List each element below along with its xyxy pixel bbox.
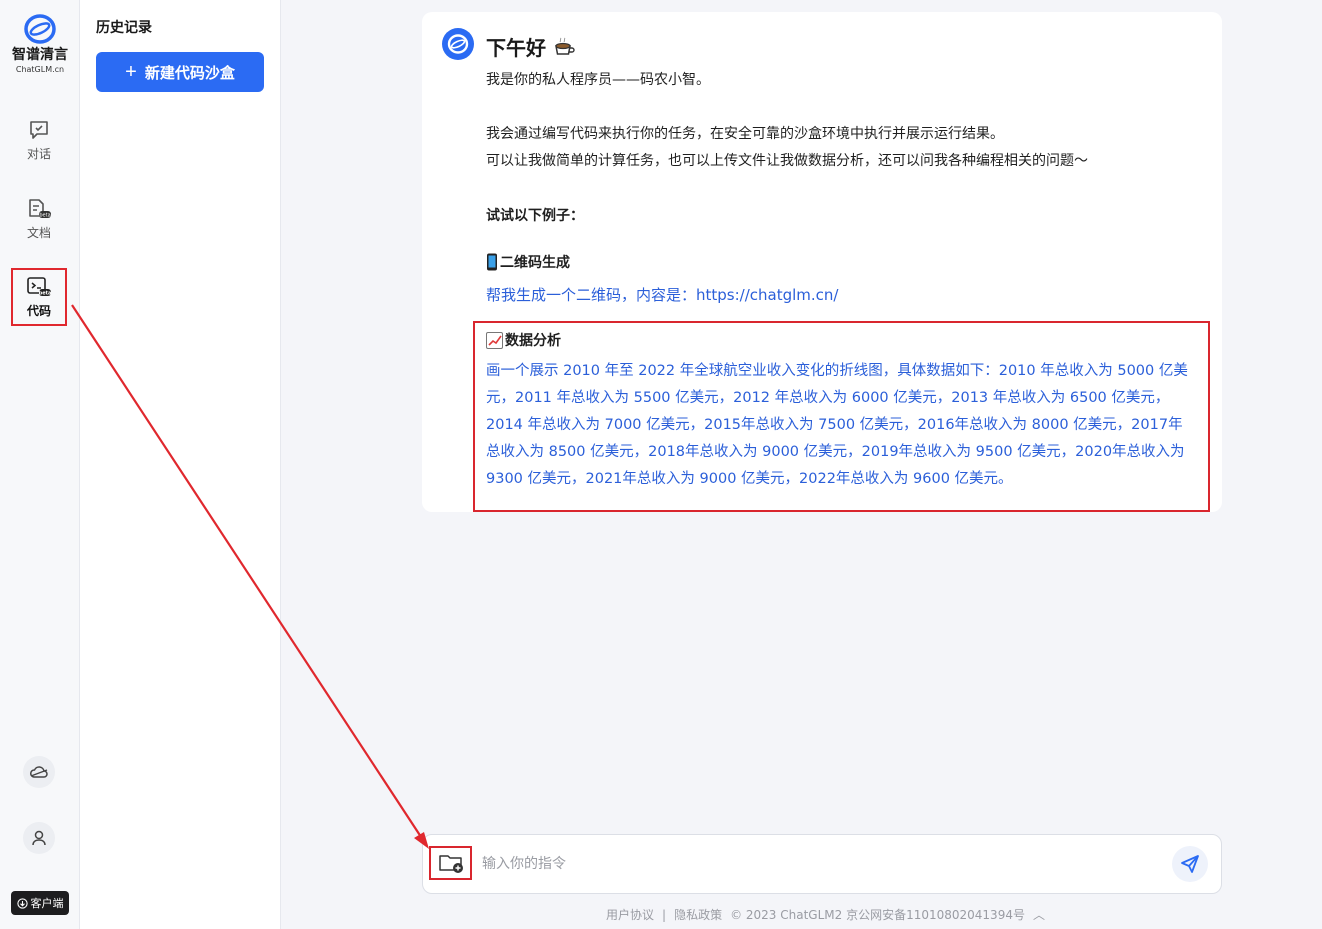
phone-icon — [487, 253, 497, 271]
download-icon — [16, 897, 28, 909]
client-label: 客户端 — [30, 897, 64, 910]
nav-item-label: 代码 — [26, 304, 51, 318]
instruction-input[interactable] — [482, 850, 1142, 878]
user-agreement-link[interactable]: 用户协议 — [606, 906, 654, 923]
document-beta-icon: beta — [29, 199, 51, 219]
nav-user-button[interactable] — [23, 822, 55, 854]
new-code-sandbox-label: 新建代码沙盒 — [144, 64, 235, 82]
example-qrcode-title: 二维码生成 — [486, 252, 570, 272]
user-icon — [32, 830, 46, 846]
logo-subname: ChatGLM.cn — [15, 65, 65, 74]
svg-text:beta: beta — [39, 213, 50, 219]
nav-item-code[interactable]: beta 代码 — [11, 268, 67, 326]
nav-item-chat[interactable]: 对话 — [11, 115, 67, 171]
chat-icon — [30, 121, 48, 139]
coffee-icon — [555, 37, 575, 55]
description-line-1: 我会通过编写代码来执行你的任务，在安全可靠的沙盒环境中执行并展示运行结果。 — [486, 126, 1004, 142]
logo-name: 智谱清言 — [12, 47, 68, 63]
footer: 用户协议 | 隐私政策 © 2023 ChatGLM2 京公网安备1101080… — [606, 906, 1045, 923]
examples-title: 试试以下例子： — [486, 208, 584, 224]
greeting-text: 下午好 — [486, 36, 546, 60]
example-qrcode-prompt[interactable]: 帮我生成一个二维码，内容是：https://chatglm.cn/ — [486, 284, 838, 305]
chevron-up-icon[interactable]: ︿ — [1033, 906, 1045, 923]
nav-cloud-button[interactable] — [23, 756, 55, 788]
svg-text:beta: beta — [39, 291, 52, 297]
assistant-avatar-icon — [442, 28, 474, 60]
annotation-highlight-box — [473, 321, 1210, 512]
upload-file-button[interactable] — [429, 846, 472, 880]
nav-item-document[interactable]: beta 文档 — [11, 194, 67, 250]
code-beta-icon: beta — [27, 277, 52, 297]
logo[interactable]: 智谱清言 ChatGLM.cn — [8, 14, 72, 74]
left-nav: 智谱清言 ChatGLM.cn 对话 beta 文档 beta 代码 客户端 — [0, 0, 80, 929]
history-panel: 历史记录 + 新建代码沙盒 — [80, 0, 281, 929]
greeting-title: 下午好 — [486, 32, 575, 61]
plus-icon: + — [125, 61, 137, 83]
intro-text: 我是你的私人程序员——码农小智。 — [486, 72, 710, 88]
new-code-sandbox-button[interactable]: + 新建代码沙盒 — [96, 52, 264, 92]
nav-item-label: 文档 — [26, 226, 51, 240]
description-line-2: 可以让我做简单的计算任务，也可以上传文件让我做数据分析，还可以问我各种编程相关的… — [486, 153, 1088, 169]
nav-item-label: 对话 — [26, 147, 51, 161]
send-icon — [1181, 855, 1199, 873]
privacy-policy-link[interactable]: 隐私政策 — [674, 906, 722, 923]
send-button[interactable] — [1172, 846, 1208, 882]
history-title: 历史记录 — [96, 20, 152, 36]
cloud-icon — [30, 766, 48, 778]
logo-icon — [24, 14, 56, 44]
copyright-text: © 2023 ChatGLM2 京公网安备11010802041394号 — [730, 908, 1025, 922]
footer-separator: | — [662, 907, 667, 922]
example-qrcode-label: 二维码生成 — [500, 255, 570, 271]
client-download-button[interactable]: 客户端 — [11, 891, 69, 915]
folder-add-icon — [438, 855, 463, 873]
